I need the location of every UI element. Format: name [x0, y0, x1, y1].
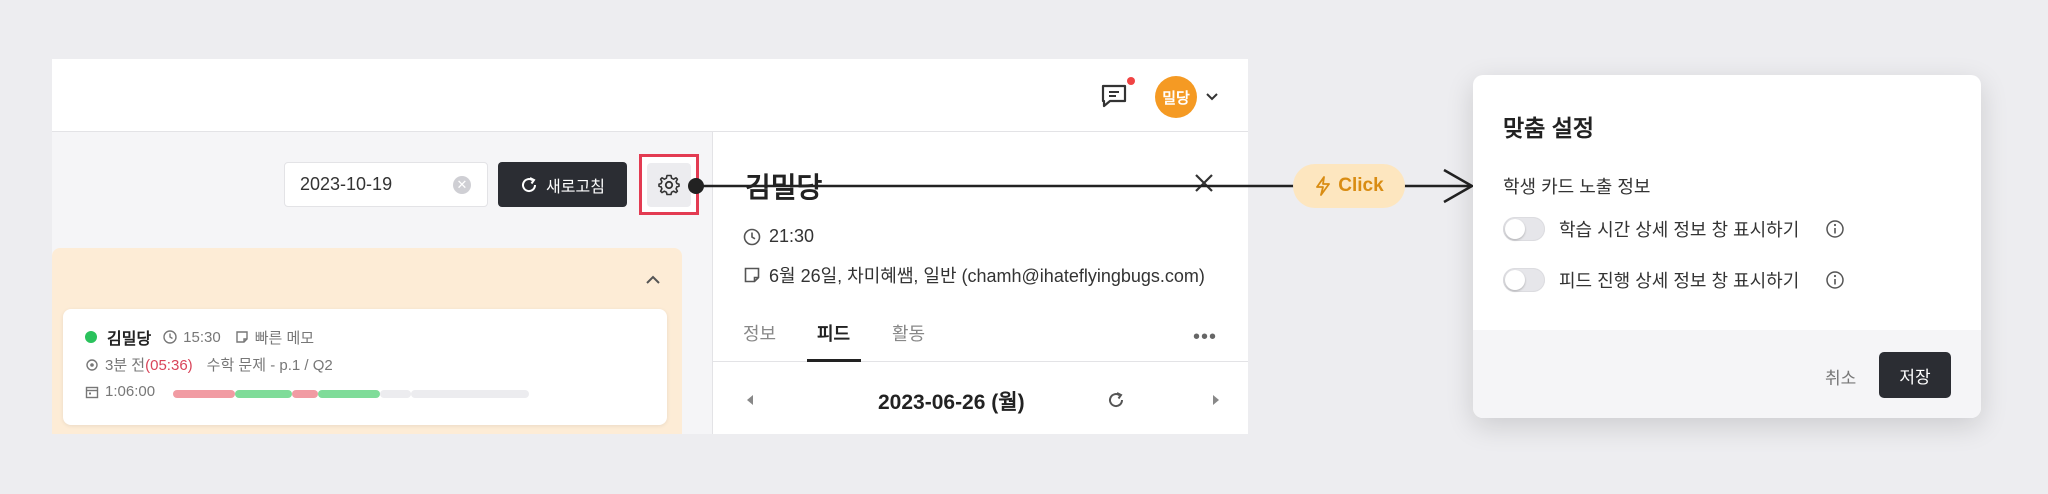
cancel-button[interactable]: 취소 — [1825, 364, 1856, 389]
clock-icon — [163, 330, 177, 344]
detail-time-row: 21:30 — [743, 226, 814, 247]
toggle-knob — [1505, 270, 1525, 290]
info-icon[interactable] — [1825, 270, 1845, 290]
study-time-detail-label: 학습 시간 상세 정보 창 표시하기 — [1559, 220, 1800, 240]
recent-activity: 3분 전(05:36) — [105, 357, 193, 374]
lightning-icon — [1316, 176, 1331, 196]
refresh-button-label: 새로고침 — [546, 178, 605, 196]
feed-progress-detail-label: 피드 진행 상세 정보 창 표시하기 — [1559, 271, 1800, 291]
feed-date: 2023-06-26 (월) — [878, 391, 1025, 414]
progress-segment — [291, 390, 318, 398]
info-icon[interactable] — [1825, 219, 1845, 239]
student-time: 15:30 — [183, 328, 221, 346]
student-card-header: 김밀당 15:30 빠른 메모 — [85, 325, 314, 349]
detail-time: 21:30 — [769, 226, 815, 246]
progress-segment — [234, 390, 292, 398]
notification-dot — [1127, 77, 1135, 85]
click-annotation: Click — [1293, 164, 1405, 208]
active-tab-indicator — [807, 359, 861, 362]
progress-segment — [173, 390, 235, 398]
progress-segment — [317, 390, 380, 398]
calendar-icon — [85, 386, 99, 398]
feed-date-nav: 2023-06-26 (월) — [713, 384, 1248, 424]
study-time-detail-option: 학습 시간 상세 정보 창 표시하기 — [1503, 216, 1845, 242]
top-bar: 밀당 — [52, 59, 1248, 132]
modal-title: 맞춤 설정 — [1503, 115, 1595, 141]
date-input-value: 2023-10-19 — [300, 174, 393, 194]
feed-progress-detail-option: 피드 진행 상세 정보 창 표시하기 — [1503, 267, 1845, 293]
modal-footer: 취소 저장 — [1473, 330, 1981, 418]
online-status-dot — [85, 331, 97, 343]
student-card[interactable]: 김밀당 15:30 빠른 메모 3분 전(05:36) 수학 문제 - p.1 … — [63, 309, 667, 425]
message-icon[interactable] — [1099, 82, 1129, 110]
study-duration-row: 1:06:00 — [85, 383, 155, 400]
refresh-icon[interactable] — [1106, 390, 1126, 410]
student-activity-row: 3분 전(05:36) 수학 문제 - p.1 / Q2 — [85, 354, 333, 375]
clear-icon[interactable]: ✕ — [453, 176, 471, 194]
student-card-info-label: 학생 카드 노출 정보 — [1503, 177, 1651, 197]
app-window: 밀당 2023-10-19 ✕ 새로고침 김밀당 15:30 빠른 메모 3분 … — [52, 59, 1248, 434]
settings-button[interactable] — [647, 162, 691, 207]
student-list-pane: 2023-10-19 ✕ 새로고침 김밀당 15:30 빠른 메모 3분 전(0… — [52, 132, 712, 434]
date-input[interactable]: 2023-10-19 ✕ — [284, 162, 488, 207]
memo-icon — [236, 331, 248, 343]
prev-date-icon[interactable] — [743, 392, 757, 408]
settings-button-highlight[interactable] — [639, 154, 699, 215]
student-group: 김밀당 15:30 빠른 메모 3분 전(05:36) 수학 문제 - p.1 … — [52, 248, 682, 434]
avatar[interactable]: 밀당 — [1155, 76, 1197, 118]
memo-icon — [744, 267, 760, 283]
chevron-down-icon[interactable] — [1204, 89, 1220, 105]
chevron-up-icon[interactable] — [643, 270, 663, 290]
gear-icon — [658, 174, 680, 195]
detail-student-name: 김밀당 — [745, 172, 823, 203]
feed-progress-detail-toggle[interactable] — [1503, 268, 1545, 292]
tab-feed[interactable]: 피드 — [817, 320, 850, 346]
detail-memo: 6월 26일, 차미혜쌤, 일반 (chamh@ihateflyingbugs.… — [769, 266, 1205, 286]
study-progress-bar — [173, 390, 648, 398]
clock-icon — [743, 228, 761, 245]
quick-memo-link[interactable]: 빠른 메모 — [255, 327, 314, 348]
study-time-detail-toggle[interactable] — [1503, 217, 1545, 241]
refresh-button[interactable]: 새로고침 — [498, 162, 627, 207]
progress-segment — [410, 390, 530, 398]
student-detail-pane: 김밀당 21:30 6월 26일, 차미혜쌤, 일반 (chamh@ihatef… — [713, 132, 1248, 434]
customize-settings-modal: 맞춤 설정 학생 카드 노출 정보 학습 시간 상세 정보 창 표시하기 피드 … — [1473, 75, 1981, 418]
current-task: 수학 문제 - p.1 / Q2 — [206, 357, 333, 374]
click-annotation-label: Click — [1338, 175, 1384, 196]
detail-memo-row: 6월 26일, 차미혜쌤, 일반 (chamh@ihateflyingbugs.… — [743, 262, 1205, 288]
tab-info[interactable]: 정보 — [743, 320, 776, 346]
more-icon[interactable]: ••• — [1193, 326, 1217, 349]
study-duration: 1:06:00 — [105, 383, 156, 400]
next-date-icon[interactable] — [1209, 392, 1223, 408]
toggle-knob — [1505, 219, 1525, 239]
student-name: 김밀당 — [107, 331, 152, 348]
close-icon[interactable] — [1193, 172, 1215, 194]
detail-tabs: 정보 피드 활동 ••• — [713, 300, 1248, 362]
tab-activity[interactable]: 활동 — [892, 320, 925, 346]
target-icon — [86, 358, 98, 371]
refresh-icon — [522, 176, 537, 192]
progress-segment — [379, 390, 411, 398]
save-button[interactable]: 저장 — [1879, 352, 1951, 398]
